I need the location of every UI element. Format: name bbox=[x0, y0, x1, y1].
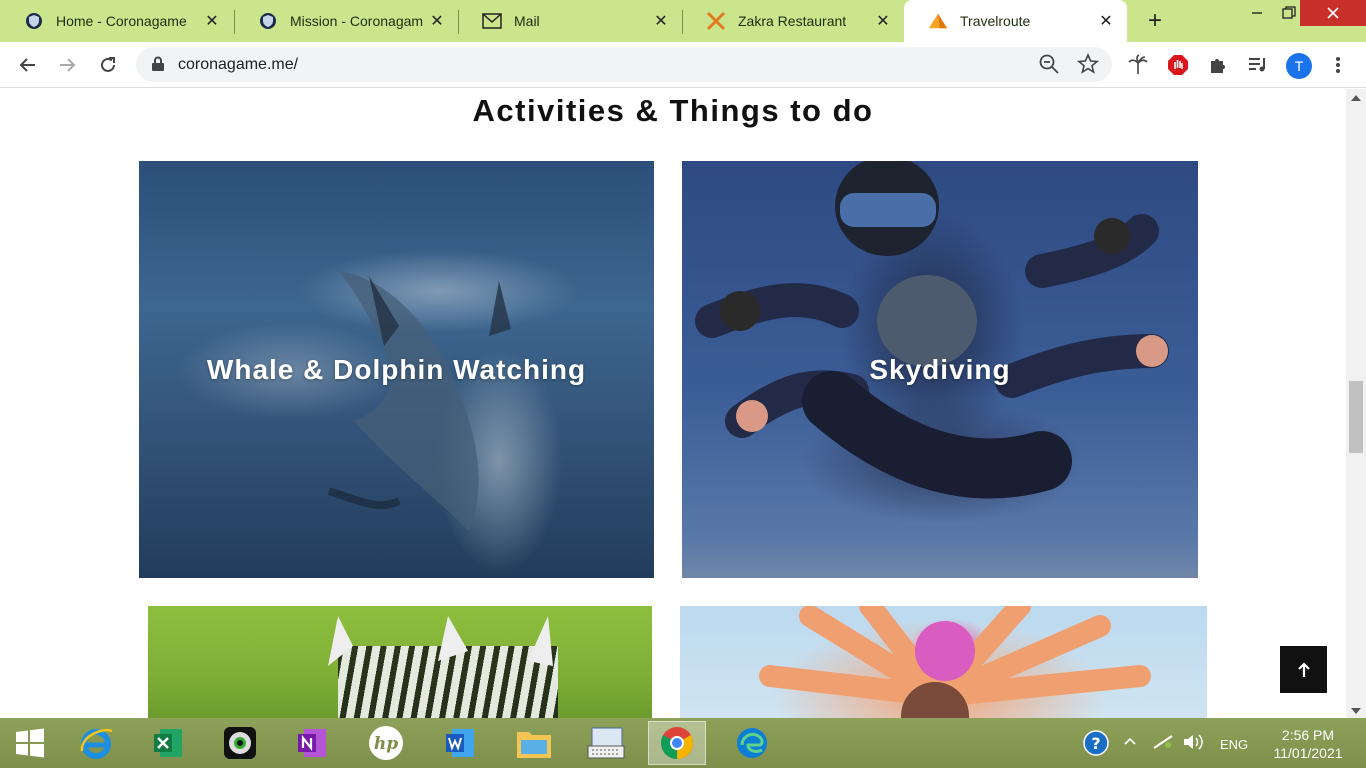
tab-label: Home - Coronagame bbox=[56, 13, 187, 29]
lock-icon bbox=[151, 56, 165, 77]
tab-label: Zakra Restaurant bbox=[738, 13, 847, 29]
restore-icon bbox=[1282, 6, 1296, 19]
address-bar[interactable]: coronagame.me/ bbox=[136, 47, 1112, 82]
scroll-up-arrow-icon[interactable] bbox=[1351, 95, 1361, 101]
hp-logo-icon: hp bbox=[369, 726, 403, 760]
extensions-puzzle-icon[interactable] bbox=[1205, 52, 1231, 78]
taskbar-internet-explorer[interactable] bbox=[70, 721, 122, 765]
web-page: Activities & Things to do Whale & Dolphi… bbox=[0, 89, 1346, 718]
clock-time: 2:56 PM bbox=[1281, 727, 1335, 743]
tab-close-icon[interactable]: ✕ bbox=[650, 10, 672, 32]
excel-icon bbox=[154, 729, 182, 757]
carnival-photo bbox=[759, 606, 1151, 718]
scroll-to-top-button[interactable] bbox=[1280, 646, 1327, 693]
tab-travelroute[interactable]: Travelroute ✕ bbox=[904, 0, 1127, 42]
chrome-icon bbox=[661, 727, 693, 759]
start-button[interactable] bbox=[4, 721, 56, 765]
tab-mission-coronagame[interactable]: Mission - Coronagam ✕ bbox=[234, 0, 458, 42]
mountain-icon bbox=[928, 11, 948, 31]
tab-zakra-restaurant[interactable]: Zakra Restaurant ✕ bbox=[682, 0, 904, 42]
taskbar-file-explorer[interactable] bbox=[508, 721, 560, 765]
activity-card-carnival[interactable] bbox=[680, 606, 1207, 718]
new-tab-button[interactable]: + bbox=[1142, 7, 1168, 34]
tab-close-icon[interactable]: ✕ bbox=[1095, 10, 1117, 32]
word-icon bbox=[446, 729, 474, 757]
card-title: Skydiving bbox=[869, 353, 1011, 385]
arrow-left-icon bbox=[19, 58, 35, 72]
windows-logo-icon bbox=[16, 728, 44, 758]
onenote-icon bbox=[298, 729, 326, 757]
webcam-icon bbox=[224, 727, 256, 759]
tab-close-icon[interactable]: ✕ bbox=[872, 10, 894, 32]
tab-home-coronagame[interactable]: Home - Coronagame ✕ bbox=[0, 0, 233, 42]
internet-explorer-icon bbox=[80, 728, 113, 759]
activity-card-whale-dolphin[interactable]: Whale & Dolphin Watching bbox=[139, 161, 654, 578]
show-hidden-icons-chevron-up-icon[interactable] bbox=[1124, 734, 1136, 749]
taskbar-on-screen-keyboard[interactable] bbox=[580, 721, 632, 765]
network-icon[interactable] bbox=[1152, 734, 1174, 753]
menu-kebab-icon[interactable] bbox=[1325, 52, 1351, 78]
mail-icon bbox=[482, 11, 502, 31]
palm-tree-extension-icon[interactable] bbox=[1125, 52, 1151, 78]
tab-close-icon[interactable]: ✕ bbox=[426, 10, 448, 32]
svg-text:hp: hp bbox=[374, 734, 398, 754]
svg-text:?: ? bbox=[1091, 734, 1100, 753]
back-button[interactable] bbox=[14, 51, 42, 79]
card-title: Whale & Dolphin Watching bbox=[206, 353, 587, 385]
folder-icon bbox=[517, 732, 551, 758]
section-heading: Activities & Things to do bbox=[472, 93, 874, 128]
browser-toolbar: coronagame.me/ T bbox=[0, 42, 1366, 88]
taskbar-edge[interactable] bbox=[726, 721, 778, 765]
scrollbar-thumb[interactable] bbox=[1349, 381, 1363, 453]
url-text[interactable]: coronagame.me/ bbox=[178, 56, 298, 74]
crossed-utensils-icon bbox=[706, 11, 726, 31]
stop-hand-extension-icon[interactable] bbox=[1165, 52, 1191, 78]
media-queue-icon[interactable] bbox=[1245, 52, 1271, 78]
reload-button[interactable] bbox=[94, 51, 122, 79]
arrow-up-icon bbox=[1297, 661, 1310, 677]
taskbar-excel[interactable] bbox=[142, 721, 194, 765]
edge-icon bbox=[737, 728, 767, 758]
close-icon bbox=[1327, 7, 1339, 19]
tab-mail[interactable]: Mail ✕ bbox=[458, 0, 682, 42]
tab-label: Travelroute bbox=[960, 13, 1031, 29]
tab-label: Mail bbox=[514, 13, 540, 29]
taskbar-hp[interactable]: hp bbox=[360, 721, 412, 765]
forward-button[interactable] bbox=[53, 51, 81, 79]
window-close-button[interactable] bbox=[1300, 0, 1366, 26]
volume-icon[interactable] bbox=[1182, 732, 1204, 755]
activity-card-safari[interactable] bbox=[148, 606, 652, 718]
scroll-down-arrow-icon[interactable] bbox=[1351, 708, 1361, 714]
clock-date: 11/01/2021 bbox=[1273, 745, 1343, 761]
windows-taskbar: hp ? ENG 2:56 PM 11/01/2021 bbox=[0, 718, 1366, 768]
taskbar-onenote[interactable] bbox=[286, 721, 338, 765]
taskbar-webcam-app[interactable] bbox=[214, 721, 266, 765]
taskbar-clock[interactable]: 2:56 PM 11/01/2021 bbox=[1266, 726, 1350, 762]
bookmark-star-icon[interactable] bbox=[1077, 52, 1099, 80]
page-scrollbar[interactable] bbox=[1346, 89, 1366, 718]
zoom-out-icon[interactable] bbox=[1038, 53, 1060, 80]
shield-icon bbox=[24, 11, 44, 31]
arrow-right-icon bbox=[60, 58, 76, 72]
zebras-photo bbox=[328, 616, 553, 666]
activity-card-skydiving[interactable]: Skydiving bbox=[682, 161, 1198, 578]
tab-label: Mission - Coronagam bbox=[290, 13, 424, 29]
shield-icon bbox=[258, 11, 278, 31]
browser-tab-strip: Home - Coronagame ✕ Mission - Coronagam … bbox=[0, 0, 1366, 42]
profile-avatar[interactable]: T bbox=[1286, 53, 1312, 79]
language-indicator[interactable]: ENG bbox=[1220, 737, 1248, 752]
minimize-icon bbox=[1252, 12, 1262, 14]
keyboard-icon bbox=[587, 727, 625, 759]
taskbar-word[interactable] bbox=[434, 721, 486, 765]
reload-icon bbox=[101, 57, 115, 72]
tab-close-icon[interactable]: ✕ bbox=[201, 10, 223, 32]
help-icon[interactable]: ? bbox=[1082, 729, 1110, 760]
taskbar-chrome[interactable] bbox=[648, 721, 706, 765]
